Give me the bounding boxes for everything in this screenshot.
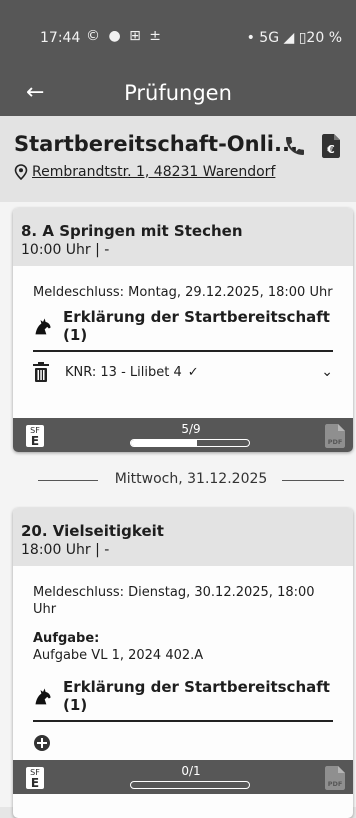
progress-fill <box>131 440 198 446</box>
status-bar: 17:44 © ● ⊞ ± • 5G ◢ ▯20 % <box>0 0 356 76</box>
svg-text:€: € <box>326 143 335 156</box>
horse-icon <box>35 318 51 335</box>
deadline-text: Meldeschluss: Montag, 29.12.2025, 18:00 … <box>33 284 333 301</box>
card-footer: SF E 5/9 PDF <box>13 418 353 452</box>
entry-row[interactable]: KNR: 13 - Lilibet 4 ✓ ⌄ <box>33 362 333 382</box>
progress-label: 5/9 <box>181 422 201 436</box>
deadline-label: Meldeschluss: <box>33 285 125 300</box>
exam-name: 20. Vielseitigkeit <box>21 522 164 540</box>
card-footer: SF E 0/1 PDF <box>13 760 353 794</box>
pdf-label: PDF <box>328 438 343 446</box>
exam-card-header: 8. A Springen mit Stechen 10:00 Uhr | - <box>13 208 353 266</box>
app-bar: ← Prüfungen <box>0 76 356 116</box>
page-title: Prüfungen <box>124 81 232 105</box>
task-value: Aufgabe VL 1, 2024 402.A <box>33 648 204 663</box>
competition-header: Startbereitschaft-Onli... Rembrandtstr. … <box>0 116 356 203</box>
pdf-icon[interactable]: PDF <box>325 766 345 794</box>
competition-address[interactable]: Rembrandtstr. 1, 48231 Warendorf <box>32 164 275 180</box>
euro-document-icon[interactable]: € <box>322 134 340 162</box>
horse-icon <box>35 688 51 705</box>
check-icon: ✓ <box>187 364 199 380</box>
date-divider: Mittwoch, 31.12.2025 <box>38 471 344 489</box>
status-indicators: • 5G ◢ ▯20 % <box>246 30 342 46</box>
location-row[interactable]: Rembrandtstr. 1, 48231 Warendorf <box>14 164 275 180</box>
sf-badge-bottom: E <box>30 776 40 790</box>
task-block: Aufgabe: Aufgabe VL 1, 2024 402.A <box>33 630 333 664</box>
declaration-label[interactable]: Erklärung der Startbereitschaft (1) <box>63 678 333 714</box>
divider-line <box>33 720 333 722</box>
deadline-label: Meldeschluss: <box>33 585 125 600</box>
progress-bar <box>130 781 250 789</box>
deadline-value: Montag, 29.12.2025, 18:00 Uhr <box>128 285 333 300</box>
divider-line <box>33 350 333 352</box>
chevron-down-icon[interactable]: ⌄ <box>321 364 333 380</box>
exam-card[interactable]: 8. A Springen mit Stechen 10:00 Uhr | - … <box>13 208 353 452</box>
notification-icons: © ● ⊞ ± <box>86 28 164 44</box>
competition-title: Startbereitschaft-Onli... <box>14 132 298 156</box>
exam-card[interactable]: 20. Vielseitigkeit 18:00 Uhr | - Meldesc… <box>13 508 353 818</box>
exam-card-header: 20. Vielseitigkeit 18:00 Uhr | - <box>13 508 353 566</box>
sf-e-badge-icon[interactable]: SF E <box>26 767 44 790</box>
exam-time: 18:00 Uhr | - <box>21 542 110 558</box>
trash-icon[interactable] <box>33 362 49 382</box>
exam-time: 10:00 Uhr | - <box>21 242 110 258</box>
exam-name: 8. A Springen mit Stechen <box>21 222 243 240</box>
deadline-text: Meldeschluss: Dienstag, 30.12.2025, 18:0… <box>33 584 333 618</box>
task-label: Aufgabe: <box>33 631 100 646</box>
pdf-label: PDF <box>328 780 343 788</box>
declaration-label[interactable]: Erklärung der Startbereitschaft (1) <box>63 308 333 344</box>
add-entry-button[interactable] <box>33 734 51 752</box>
progress-label: 0/1 <box>181 764 201 778</box>
pdf-icon[interactable]: PDF <box>325 424 345 452</box>
sf-e-badge-icon[interactable]: SF E <box>26 425 44 448</box>
add-circle-icon[interactable] <box>33 734 51 752</box>
date-label: Mittwoch, 31.12.2025 <box>108 471 274 487</box>
phone-icon[interactable] <box>283 134 307 164</box>
declaration-row[interactable]: Erklärung der Startbereitschaft (1) <box>33 308 333 344</box>
location-pin-icon <box>14 164 28 180</box>
sf-badge-bottom: E <box>30 434 40 448</box>
progress-bar <box>130 439 250 447</box>
declaration-row[interactable]: Erklärung der Startbereitschaft (1) <box>33 678 333 714</box>
status-time: 17:44 <box>40 30 81 46</box>
entry-label: KNR: 13 - Lilibet 4 <box>65 364 182 380</box>
